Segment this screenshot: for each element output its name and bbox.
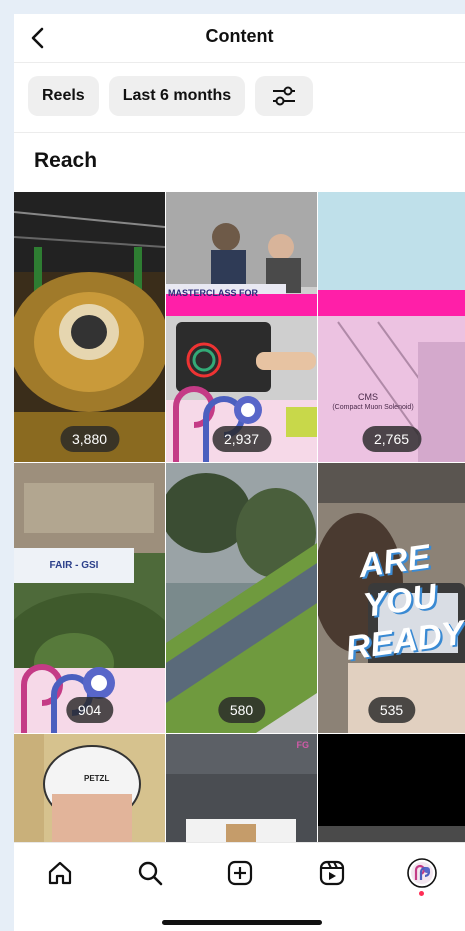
bottom-tab-bar [14, 842, 465, 902]
reel-thumbnail[interactable]: FAIR - GSI 904 [14, 463, 165, 733]
reel-thumbnail[interactable]: 3,880 [14, 192, 165, 462]
reach-count: 3,880 [59, 426, 120, 452]
thumbnail-image [14, 734, 165, 842]
reel-thumbnail[interactable]: ARE YOU READY? 535 [318, 463, 465, 733]
tab-reels[interactable] [316, 857, 348, 889]
sliders-icon [273, 86, 296, 106]
helmet-brand-text: PETZL [84, 774, 110, 783]
tab-create[interactable] [224, 857, 256, 889]
divider [14, 62, 465, 63]
reels-icon [319, 860, 345, 886]
overlay-subcaption: (Compact Muon Solenoid) [332, 404, 414, 411]
reach-count: 2,937 [211, 426, 272, 452]
corner-logo: FG [296, 740, 310, 750]
home-icon [48, 861, 72, 885]
thumbnail-image [318, 734, 465, 842]
reels-grid: 3,880 MASTERCLASS FOR 2,937 CMS (Compact… [14, 192, 465, 842]
thumbnail-image [14, 192, 165, 462]
notification-dot [419, 891, 424, 896]
overlay-caption: MASTERCLASS FOR [168, 288, 258, 298]
thumbnail-image [318, 192, 465, 462]
search-icon [138, 861, 163, 886]
reel-thumbnail[interactable]: PETZL [14, 734, 165, 842]
header: Content [14, 14, 465, 62]
filter-bar: Reels Last 6 months [28, 76, 314, 118]
thumbnail-image [14, 463, 165, 733]
reach-count: 580 [217, 697, 266, 723]
reach-count: 904 [65, 697, 114, 723]
reel-thumbnail[interactable]: 580 [166, 463, 317, 733]
tab-home[interactable] [44, 857, 76, 889]
create-icon [227, 860, 253, 886]
reel-thumbnail[interactable]: MASTERCLASS FOR 2,937 [166, 192, 317, 462]
overlay-caption: CMS [358, 392, 378, 402]
reel-thumbnail[interactable]: CMS (Compact Muon Solenoid) 2,765 [318, 192, 465, 462]
tab-profile[interactable] [406, 857, 438, 889]
overlay-caption: FAIR - GSI [49, 560, 99, 571]
divider [14, 132, 465, 133]
screen: Content Reels Last 6 months Reach 3,880 … [14, 14, 465, 931]
reach-count: 535 [367, 697, 416, 723]
home-indicator [162, 920, 322, 925]
reel-thumbnail[interactable] [318, 734, 465, 842]
tab-search[interactable] [134, 857, 166, 889]
thumbnail-image [166, 734, 317, 842]
thumbnail-image [166, 463, 317, 733]
filter-settings-button[interactable] [255, 76, 314, 116]
reel-thumbnail[interactable]: FG [166, 734, 317, 842]
reach-count: 2,765 [361, 426, 422, 452]
thumbnail-image [166, 192, 317, 462]
page-title: Content [205, 26, 274, 46]
overlay-caption: ARE YOU READY? [343, 537, 465, 668]
date-range-filter[interactable]: Last 6 months [108, 76, 246, 116]
profile-avatar [407, 858, 437, 888]
content-type-filter[interactable]: Reels [28, 76, 99, 116]
section-title: Reach [34, 149, 98, 172]
